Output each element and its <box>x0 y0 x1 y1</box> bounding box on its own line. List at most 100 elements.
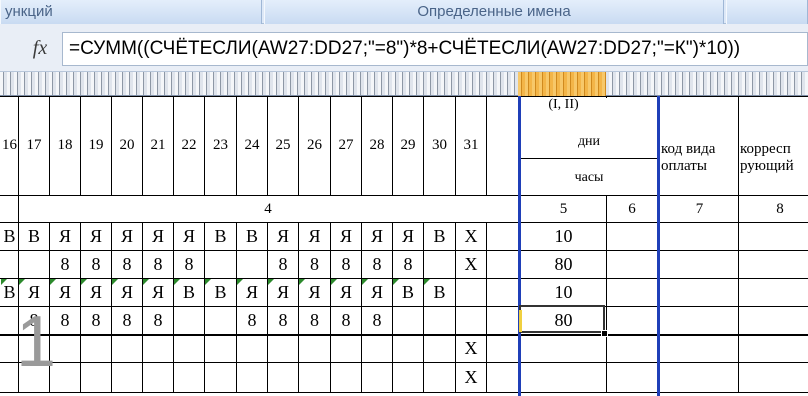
column-number-4[interactable]: 4 <box>18 196 518 222</box>
day-cell[interactable]: Я <box>112 222 142 250</box>
hours-header[interactable]: часы <box>521 160 657 195</box>
day-cell[interactable]: В <box>205 222 236 250</box>
day-cell[interactable]: В <box>1 222 18 250</box>
day-cell[interactable]: 8 <box>143 306 173 334</box>
day-cell[interactable]: Я <box>143 222 173 250</box>
day-cell[interactable]: Я <box>268 222 298 250</box>
day-cell[interactable] <box>81 334 111 362</box>
formula-input[interactable]: =СУММ((СЧЁТЕСЛИ(AW27:DD27;"=8")*8+СЧЁТЕС… <box>62 32 808 66</box>
day-cell[interactable]: Х <box>456 250 486 278</box>
day-cell[interactable] <box>112 334 142 362</box>
day-cell[interactable] <box>174 334 204 362</box>
day-cell[interactable] <box>424 362 455 392</box>
day-cell[interactable] <box>456 306 486 334</box>
total-cell[interactable]: 80 <box>521 250 606 278</box>
day-cell[interactable]: 8 <box>393 250 423 278</box>
day-cell[interactable] <box>143 362 173 392</box>
day-cell[interactable] <box>174 306 204 334</box>
day-cell[interactable]: В <box>19 222 49 250</box>
day-cell[interactable] <box>331 362 361 392</box>
day-cell[interactable]: 8 <box>331 250 361 278</box>
column-number-5[interactable]: 5 <box>521 196 606 222</box>
day-cell[interactable] <box>362 334 392 362</box>
selected-column-header[interactable] <box>518 72 606 96</box>
day-cell[interactable] <box>81 362 111 392</box>
day-cell[interactable]: Я <box>393 222 423 250</box>
day-number-header[interactable]: 16 <box>1 96 18 195</box>
day-cell[interactable] <box>424 334 455 362</box>
day-cell[interactable] <box>393 306 423 334</box>
header-fragment[interactable]: (I, II) <box>521 96 606 114</box>
day-cell[interactable] <box>19 250 49 278</box>
day-cell[interactable]: 8 <box>112 250 142 278</box>
day-number-header[interactable]: 26 <box>299 96 330 195</box>
day-cell[interactable]: В <box>237 222 267 250</box>
day-cell[interactable] <box>268 362 298 392</box>
day-cell[interactable] <box>112 362 142 392</box>
day-cell[interactable] <box>237 250 267 278</box>
day-number-header[interactable]: 17 <box>19 96 49 195</box>
total-cell[interactable]: 10 <box>521 222 606 250</box>
day-cell[interactable] <box>424 250 455 278</box>
day-cell[interactable]: Я <box>50 222 80 250</box>
day-cell[interactable]: Я <box>362 222 392 250</box>
day-cell[interactable]: 8 <box>268 306 298 334</box>
day-cell[interactable] <box>331 334 361 362</box>
day-cell[interactable] <box>143 334 173 362</box>
day-number-header[interactable]: 24 <box>237 96 267 195</box>
pay-code-header[interactable]: код вида оплаты <box>661 123 738 193</box>
day-cell[interactable]: 8 <box>299 250 330 278</box>
day-cell[interactable] <box>393 334 423 362</box>
day-cell[interactable] <box>237 362 267 392</box>
day-number-header[interactable]: 28 <box>362 96 392 195</box>
day-cell[interactable]: 8 <box>362 306 392 334</box>
day-number-header[interactable]: 31 <box>456 96 486 195</box>
day-cell[interactable] <box>299 362 330 392</box>
fill-handle[interactable] <box>601 330 608 337</box>
day-number-header[interactable]: 19 <box>81 96 111 195</box>
day-cell[interactable] <box>456 278 486 306</box>
ribbon-group-defined-names-label[interactable]: Определенные имена <box>264 0 724 24</box>
day-cell[interactable]: В <box>424 222 455 250</box>
total-cell[interactable]: 10 <box>521 278 606 306</box>
day-cell[interactable]: 8 <box>81 250 111 278</box>
total-cell[interactable] <box>521 334 606 362</box>
day-number-header[interactable]: 29 <box>393 96 423 195</box>
day-cell[interactable]: 8 <box>299 306 330 334</box>
day-cell[interactable] <box>205 250 236 278</box>
active-cell-border[interactable] <box>519 305 605 333</box>
days-header[interactable]: дни <box>521 125 657 158</box>
day-cell[interactable]: 8 <box>362 250 392 278</box>
day-number-header[interactable]: 23 <box>205 96 236 195</box>
column-number-6[interactable]: 6 <box>607 196 657 222</box>
day-cell[interactable]: Я <box>81 222 111 250</box>
day-cell[interactable]: 8 <box>174 250 204 278</box>
day-cell[interactable] <box>205 334 236 362</box>
day-cell[interactable]: 8 <box>50 250 80 278</box>
day-cell[interactable] <box>362 362 392 392</box>
day-number-header[interactable]: 21 <box>143 96 173 195</box>
corresponding-header[interactable]: корресп рующий <box>740 123 808 193</box>
day-cell[interactable]: 8 <box>112 306 142 334</box>
day-number-header[interactable]: 20 <box>112 96 142 195</box>
column-number-7[interactable]: 7 <box>661 196 738 222</box>
day-number-header[interactable]: 27 <box>331 96 361 195</box>
day-cell[interactable] <box>1 250 18 278</box>
day-cell[interactable]: 8 <box>268 250 298 278</box>
column-number-8[interactable]: 8 <box>740 196 808 222</box>
day-cell[interactable]: 8 <box>143 250 173 278</box>
ribbon-group-functions-label[interactable]: ункций <box>0 0 262 24</box>
insert-function-button[interactable]: fx <box>18 34 62 62</box>
day-cell[interactable] <box>237 334 267 362</box>
day-number-header[interactable]: 18 <box>50 96 80 195</box>
day-cell[interactable] <box>299 334 330 362</box>
day-cell[interactable]: 8 <box>237 306 267 334</box>
day-cell[interactable]: Х <box>456 362 486 392</box>
day-cell[interactable] <box>268 334 298 362</box>
day-number-header[interactable]: 25 <box>268 96 298 195</box>
day-cell[interactable]: Я <box>174 222 204 250</box>
day-cell[interactable] <box>424 306 455 334</box>
day-cell[interactable]: Х <box>456 334 486 362</box>
day-cell[interactable]: Я <box>299 222 330 250</box>
day-cell[interactable] <box>205 362 236 392</box>
